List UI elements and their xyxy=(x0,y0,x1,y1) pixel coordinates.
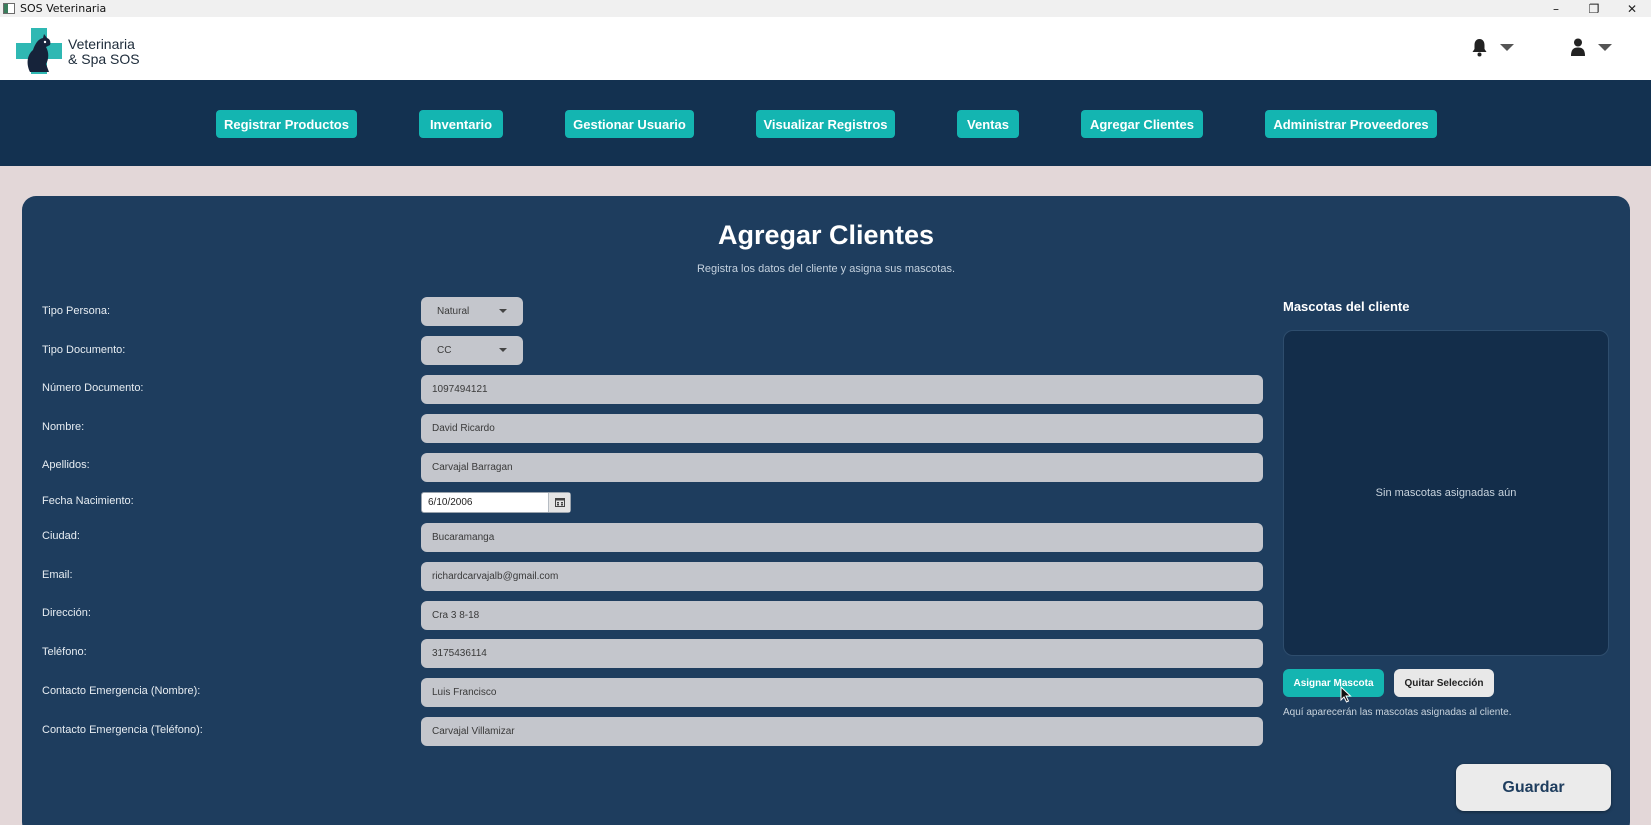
ciudad-input[interactable]: Bucaramanga xyxy=(421,523,1263,552)
chevron-down-icon xyxy=(1598,44,1612,51)
window-titlebar: SOS Veterinaria – ❐ ✕ xyxy=(0,0,1651,17)
ciudad-label: Ciudad: xyxy=(42,530,80,542)
pets-list[interactable]: Sin mascotas asignadas aún xyxy=(1283,330,1609,656)
calendar-icon xyxy=(554,498,565,507)
numero-documento-input[interactable]: 1097494121 xyxy=(421,375,1263,404)
nav-inventario[interactable]: Inventario xyxy=(419,110,503,138)
minimize-button[interactable]: – xyxy=(1537,0,1575,17)
email-label: Email: xyxy=(42,569,73,581)
direccion-label: Dirección: xyxy=(42,607,91,619)
numero-documento-label: Número Documento: xyxy=(42,382,144,394)
nav-visualizar-registros[interactable]: Visualizar Registros xyxy=(756,110,895,138)
nav-agregar-clientes[interactable]: Agregar Clientes xyxy=(1081,110,1203,138)
nombre-input[interactable]: David Ricardo xyxy=(421,414,1263,443)
bell-icon xyxy=(1472,39,1487,57)
app-icon xyxy=(3,3,15,14)
tipo-documento-value: CC xyxy=(437,345,452,356)
maximize-button[interactable]: ❐ xyxy=(1575,0,1613,17)
brand-name: Veterinaria & Spa SOS xyxy=(68,37,140,67)
pets-title: Mascotas del cliente xyxy=(1283,299,1410,314)
fecha-nacimiento-label: Fecha Nacimiento: xyxy=(42,495,134,507)
direccion-input[interactable]: Cra 3 8-18 xyxy=(421,601,1263,630)
nav-ventas[interactable]: Ventas xyxy=(957,110,1019,138)
tipo-documento-label: Tipo Documento: xyxy=(42,344,126,356)
chevron-down-icon xyxy=(499,348,507,352)
user-icon xyxy=(1571,38,1585,56)
page-title: Agregar Clientes xyxy=(717,220,935,250)
notifications-menu[interactable] xyxy=(1471,38,1514,57)
logo xyxy=(16,28,62,74)
fecha-nacimiento-picker[interactable]: 6/10/2006 xyxy=(421,492,571,513)
user-menu[interactable] xyxy=(1570,38,1612,57)
tipo-persona-value: Natural xyxy=(437,306,470,317)
client-form-card: Agregar Clientes Registra los datos del … xyxy=(22,196,1630,825)
main-navigation: Registrar Productos Inventario Gestionar… xyxy=(0,80,1651,166)
brand-line-1: Veterinaria xyxy=(68,36,135,52)
window-title: SOS Veterinaria xyxy=(20,2,107,15)
window-controls: – ❐ ✕ xyxy=(1537,0,1651,17)
nav-registrar-productos[interactable]: Registrar Productos xyxy=(216,110,357,138)
assign-pet-button[interactable]: Asignar Mascota xyxy=(1283,669,1384,697)
chevron-down-icon xyxy=(499,309,507,313)
tipo-persona-label: Tipo Persona: xyxy=(42,305,111,317)
pets-hint: Aquí aparecerán las mascotas asignadas a… xyxy=(1283,707,1512,718)
email-input[interactable]: richardcarvajalb@gmail.com xyxy=(421,562,1263,591)
nombre-label: Nombre: xyxy=(42,421,85,433)
apellidos-label: Apellidos: xyxy=(42,459,90,471)
chevron-down-icon xyxy=(1500,44,1514,51)
app-header: Veterinaria & Spa SOS xyxy=(0,17,1651,80)
page-subtitle: Registra los datos del cliente y asigna … xyxy=(696,263,956,275)
save-button[interactable]: Guardar xyxy=(1456,764,1611,811)
tipo-persona-select[interactable]: Natural xyxy=(421,297,523,326)
contacto-nombre-label: Contacto Emergencia (Nombre): xyxy=(42,685,201,697)
nav-administrar-proveedores[interactable]: Administrar Proveedores xyxy=(1265,110,1437,138)
mouse-cursor xyxy=(1340,686,1352,703)
brand-line-2: & Spa SOS xyxy=(68,51,140,67)
telefono-input[interactable]: 3175436114 xyxy=(421,639,1263,668)
remove-selection-button[interactable]: Quitar Selección xyxy=(1394,669,1494,697)
close-button[interactable]: ✕ xyxy=(1613,0,1651,17)
contacto-nombre-input[interactable]: Luis Francisco xyxy=(421,678,1263,707)
contacto-telefono-input[interactable]: Carvajal Villamizar xyxy=(421,717,1263,746)
telefono-label: Teléfono: xyxy=(42,646,87,658)
tipo-documento-select[interactable]: CC xyxy=(421,336,523,365)
calendar-button[interactable] xyxy=(548,493,570,512)
apellidos-input[interactable]: Carvajal Barragan xyxy=(421,453,1263,482)
contacto-telefono-label: Contacto Emergencia (Teléfono): xyxy=(42,724,203,736)
fecha-nacimiento-input[interactable]: 6/10/2006 xyxy=(422,493,548,512)
pets-empty-message: Sin mascotas asignadas aún xyxy=(1375,487,1517,499)
nav-gestionar-usuario[interactable]: Gestionar Usuario xyxy=(565,110,694,138)
